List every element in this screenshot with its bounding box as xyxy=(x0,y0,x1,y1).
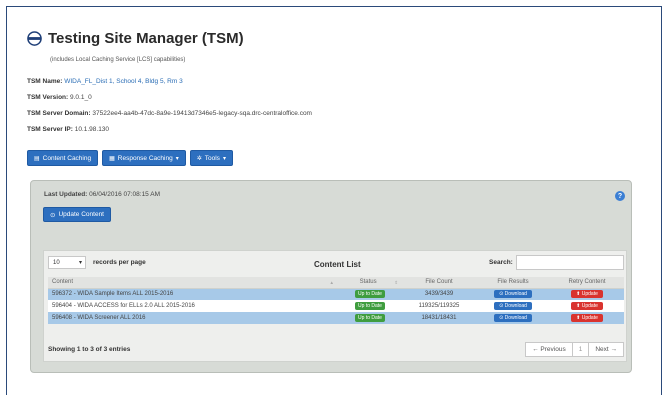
status-cell: Up to Date xyxy=(338,288,402,300)
column-header-file-count: File Count xyxy=(402,277,476,289)
showing-entries: Showing 1 to 3 of 3 entries xyxy=(48,346,131,353)
last-updated-label: Last Updated: xyxy=(44,191,88,198)
update-label: Update xyxy=(581,315,598,321)
tsm-version-row: TSM Version: 9.0.1_0 xyxy=(27,94,92,101)
update-content-label: Update Content xyxy=(58,211,104,218)
update-button[interactable]: ⬆ Update xyxy=(571,290,603,299)
column-header-label: File Results xyxy=(497,279,529,286)
content-caching-button[interactable]: ▤ Content Caching xyxy=(27,150,99,166)
table-icon: ▤ xyxy=(34,155,40,162)
file-results-cell: ⊙ Download xyxy=(476,312,550,324)
download-label: Download xyxy=(504,291,527,298)
status-badge: Up to Date xyxy=(355,290,385,299)
tsm-ip-label: TSM Server IP: xyxy=(27,126,73,133)
previous-page-button[interactable]: ← Previous xyxy=(525,342,573,357)
response-caching-button[interactable]: ▦ Response Caching ▾ xyxy=(102,150,186,166)
content-cell: 596408 - WIDA Screener ALL 2016 xyxy=(48,312,338,324)
download-button[interactable]: ⊙ Download xyxy=(494,302,532,310)
tsm-ip-value: 10.1.98.130 xyxy=(74,126,110,133)
column-header-label: Status xyxy=(359,278,377,285)
column-header-file-results: File Results xyxy=(476,277,550,289)
sort-icon: ⇕ xyxy=(394,279,398,285)
file-count-cell: 18431/18431 xyxy=(402,312,476,324)
tsm-domain-label: TSM Server Domain: xyxy=(27,110,91,117)
table-row[interactable]: 596372 - WIDA Sample Items ALL 2015-2016… xyxy=(48,288,624,300)
help-icon[interactable]: ? xyxy=(615,191,625,201)
tsm-name-link[interactable]: WIDA_FL_Dist 1, School 4, Bldg 5, Rm 3 xyxy=(64,78,183,85)
update-content-button[interactable]: ⊙ Update Content xyxy=(43,207,111,222)
content-cell: 596404 - WIDA ACCESS for ELLs 2.0 ALL 20… xyxy=(48,300,338,312)
records-per-page-value: 10 xyxy=(53,259,60,266)
tools-label: Tools xyxy=(204,154,220,162)
last-updated-value: 06/04/2016 07:08:15 AM xyxy=(89,191,160,198)
tsm-logo-icon xyxy=(27,31,42,46)
records-per-page-label: records per page xyxy=(93,259,146,266)
gear-icon: ✲ xyxy=(196,155,202,162)
content-caching-label: Content Caching xyxy=(42,154,92,162)
header: Testing Site Manager (TSM) xyxy=(27,30,244,47)
content-cell: 596372 - WIDA Sample Items ALL 2015-2016 xyxy=(48,288,338,300)
tsm-name-label: TSM Name: xyxy=(27,78,63,85)
update-button[interactable]: ⬆ Update xyxy=(571,302,603,310)
refresh-icon: ⊙ xyxy=(50,211,56,219)
status-badge: Up to Date xyxy=(355,302,385,310)
retry-content-cell: ⬆ Update xyxy=(550,312,624,324)
table-row[interactable]: 596408 - WIDA Screener ALL 2016 Up to Da… xyxy=(48,312,624,324)
file-results-cell: ⊙ Download xyxy=(476,300,550,312)
content-list-title: Content List xyxy=(314,260,361,269)
status-cell: Up to Date xyxy=(338,300,402,312)
file-results-cell: ⊙ Download xyxy=(476,288,550,300)
tsm-name-row: TSM Name: WIDA_FL_Dist 1, School 4, Bldg… xyxy=(27,78,183,85)
download-button[interactable]: ⊙ Download xyxy=(494,314,532,322)
page-subtitle: (includes Local Caching Service [LCS] ca… xyxy=(50,57,186,63)
column-header-label: File Count xyxy=(425,279,453,286)
content-list-controls: 10 ▾ records per page Content List Searc… xyxy=(48,255,624,273)
column-header-retry-content: Retry Content xyxy=(550,277,624,289)
page-1-button[interactable]: 1 xyxy=(572,342,589,357)
caret-down-icon: ▾ xyxy=(175,155,179,162)
column-header-content[interactable]: Content ▲ xyxy=(48,277,338,289)
content-list-footer: Showing 1 to 3 of 3 entries ← Previous 1… xyxy=(48,342,624,358)
retry-content-cell: ⬆ Update xyxy=(550,288,624,300)
tsm-ip-row: TSM Server IP: 10.1.98.130 xyxy=(27,126,109,133)
column-header-status[interactable]: Status ⇕ xyxy=(338,277,402,289)
update-button[interactable]: ⬆ Update xyxy=(571,314,603,322)
tsm-domain-value: 37522ee4-aa4b-47dc-8a9e-19413d7346e5-leg… xyxy=(92,110,312,117)
list-icon: ▦ xyxy=(109,155,115,162)
download-label: Download xyxy=(504,315,527,321)
update-label: Update xyxy=(581,291,598,298)
file-count-cell: 3439/3439 xyxy=(402,288,476,300)
sort-asc-icon: ▲ xyxy=(329,280,334,286)
records-per-page-select[interactable]: 10 ▾ xyxy=(48,256,86,269)
toolbar: ▤ Content Caching ▦ Response Caching ▾ ✲… xyxy=(27,150,233,166)
tsm-version-label: TSM Version: xyxy=(27,94,69,101)
content-panel: Last Updated: 06/04/2016 07:08:15 AM ? ⊙… xyxy=(30,180,632,373)
caret-down-icon: ▾ xyxy=(222,155,226,162)
column-header-label: Content xyxy=(52,279,74,286)
table-row[interactable]: 596404 - WIDA ACCESS for ELLs 2.0 ALL 20… xyxy=(48,300,624,312)
page-title: Testing Site Manager (TSM) xyxy=(48,30,244,47)
file-count-cell: 119325/119325 xyxy=(402,300,476,312)
content-list-container: 10 ▾ records per page Content List Searc… xyxy=(43,250,627,362)
search-label: Search: xyxy=(489,259,513,266)
download-button[interactable]: ⊙ Download xyxy=(494,290,532,299)
response-caching-label: Response Caching xyxy=(117,154,173,162)
caret-down-icon: ▾ xyxy=(78,260,82,266)
update-label: Update xyxy=(581,303,598,309)
last-updated: Last Updated: 06/04/2016 07:08:15 AM xyxy=(44,191,160,198)
pagination: ← Previous 1 Next → xyxy=(525,342,624,357)
tsm-version-value: 9.0.1_0 xyxy=(70,94,92,101)
content-list-table: Content ▲ Status ⇕ File Count File Resul… xyxy=(48,277,624,324)
tools-button[interactable]: ✲ Tools ▾ xyxy=(189,150,233,166)
status-badge: Up to Date xyxy=(355,314,385,322)
status-cell: Up to Date xyxy=(338,312,402,324)
retry-content-cell: ⬆ Update xyxy=(550,300,624,312)
next-page-button[interactable]: Next → xyxy=(588,342,624,357)
download-label: Download xyxy=(504,303,527,309)
tsm-domain-row: TSM Server Domain: 37522ee4-aa4b-47dc-8a… xyxy=(27,110,312,117)
search-input[interactable] xyxy=(516,255,624,270)
column-header-label: Retry Content xyxy=(568,279,606,286)
